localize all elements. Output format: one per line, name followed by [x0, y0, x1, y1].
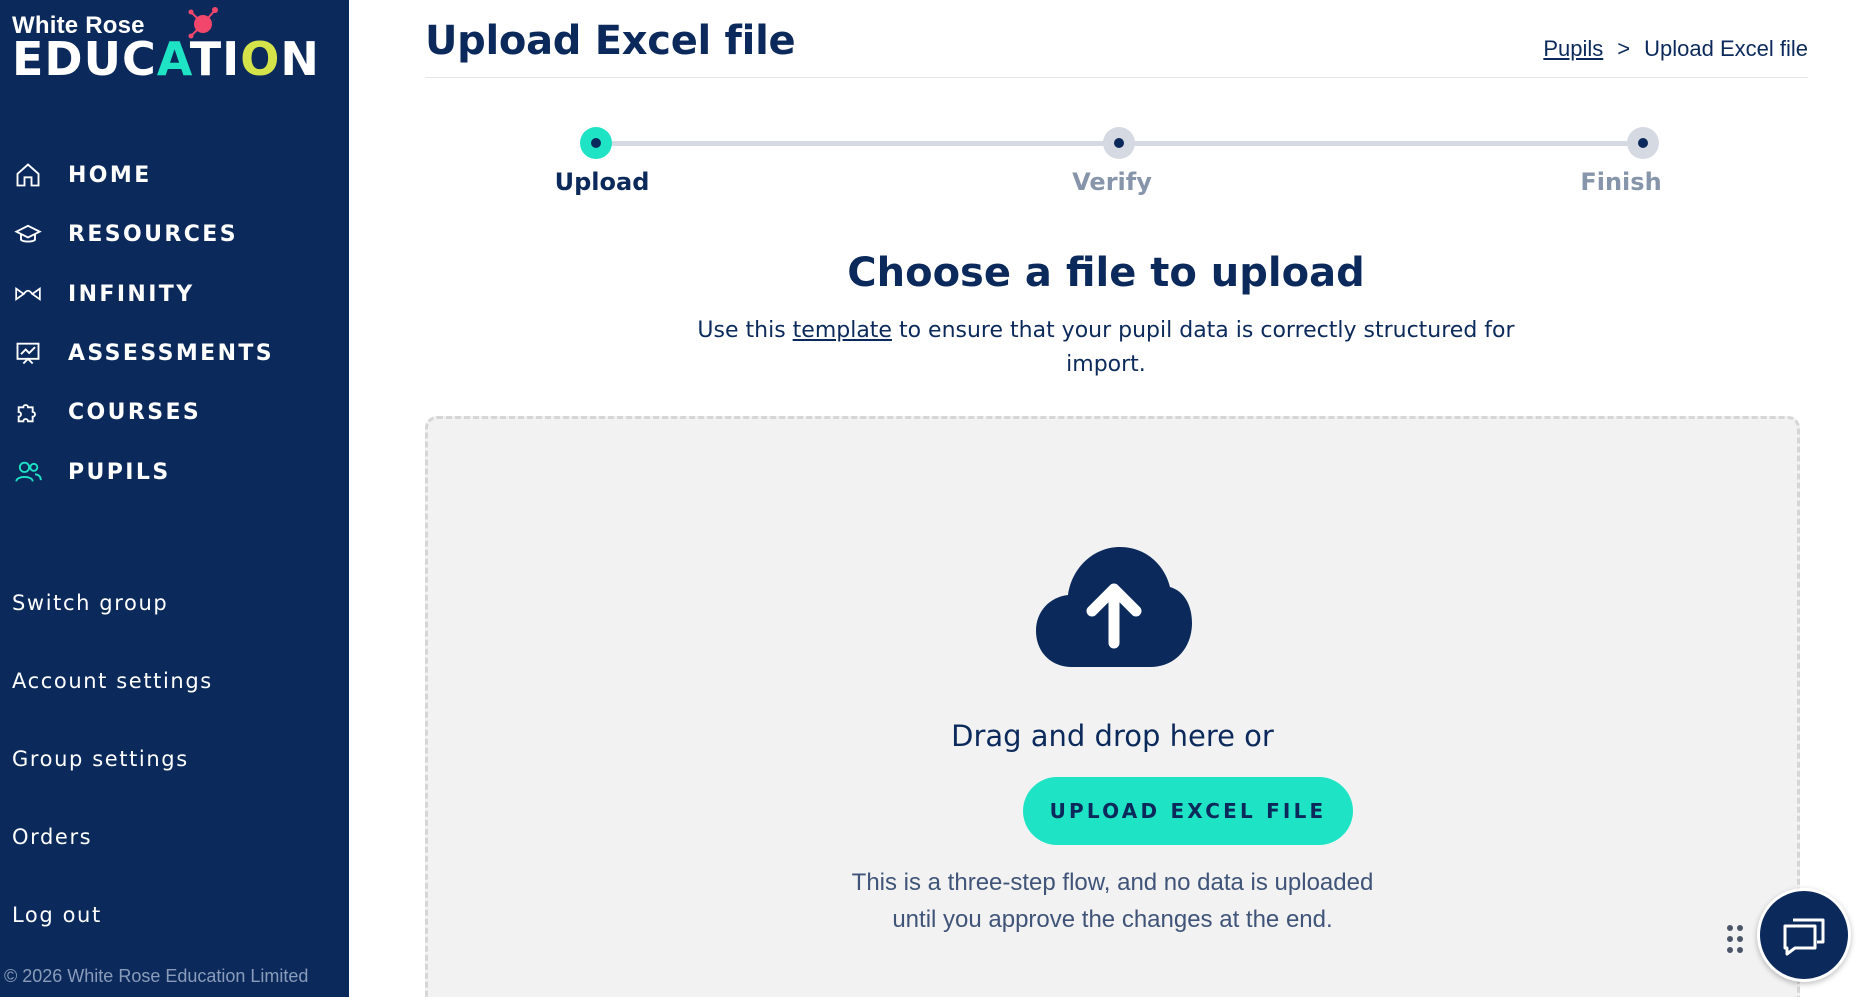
nav-label: HOME — [68, 162, 152, 188]
nav-item-home[interactable]: HOME — [0, 150, 349, 200]
nav-item-pupils[interactable]: PUPILS — [0, 447, 349, 497]
infinity-icon — [14, 280, 42, 308]
copyright: © 2026 White Rose Education Limited — [4, 966, 309, 986]
drag-drop-text: Drag and drop here or — [951, 719, 1274, 753]
upload-heading: Choose a file to upload — [847, 250, 1365, 296]
step-label: Verify — [1072, 168, 1152, 196]
three-step-info-text: This is a three-step flow, and no data i… — [851, 869, 1374, 933]
puzzle-icon — [14, 398, 42, 426]
step-label: Finish — [1580, 168, 1662, 196]
upload-excel-file-button[interactable]: UPLOAD EXCEL FILE — [1023, 777, 1353, 845]
step-dot — [1103, 127, 1135, 159]
nav-label: ASSESSMENTS — [68, 340, 275, 366]
breadcrumb-current: Upload Excel file — [1644, 36, 1808, 61]
nav-label: PUPILS — [68, 459, 171, 485]
graduation-cap-icon — [14, 220, 42, 248]
nav-item-courses[interactable]: COURSES — [0, 387, 349, 437]
account-settings-link[interactable]: Account settings — [0, 656, 349, 706]
cloud-upload-icon — [1036, 547, 1192, 667]
home-icon — [14, 161, 42, 189]
presentation-chart-icon — [14, 339, 42, 367]
log-out-link[interactable]: Log out — [0, 890, 349, 940]
group-settings-link[interactable]: Group settings — [0, 734, 349, 784]
nav-label: INFINITY — [68, 281, 195, 307]
brand-line2: EDUCATION — [12, 32, 320, 86]
users-icon — [14, 458, 42, 486]
chat-icon — [1783, 918, 1825, 956]
upload-description: Use this template to ensure that your pu… — [697, 318, 1515, 377]
chat-button[interactable] — [1757, 888, 1851, 982]
header-divider — [425, 77, 1808, 78]
file-dropzone[interactable]: Drag and drop here or UPLOAD EXCEL FILE … — [425, 416, 1800, 997]
nav-item-resources[interactable]: RESOURCES — [0, 209, 349, 259]
page-title: Upload Excel file — [425, 18, 796, 64]
progress-stepper: Upload Verify Finish — [555, 126, 1662, 206]
template-link[interactable]: template — [793, 318, 892, 343]
step-dot — [580, 127, 612, 159]
nav-label: RESOURCES — [68, 221, 238, 247]
sidebar: White Rose EDUCATION HOME RESOURCES INFI… — [0, 0, 349, 997]
nav-item-assessments[interactable]: ASSESSMENTS — [0, 328, 349, 378]
drag-handle-icon[interactable] — [1727, 925, 1747, 957]
brand-logo[interactable]: White Rose EDUCATION — [12, 6, 322, 86]
step-dot — [1627, 127, 1659, 159]
breadcrumb-pupils-link[interactable]: Pupils — [1543, 36, 1603, 62]
nav-item-infinity[interactable]: INFINITY — [0, 269, 349, 319]
breadcrumb: Pupils > Upload Excel file — [1543, 36, 1808, 62]
step-label: Upload — [554, 168, 650, 196]
main-content: Upload Excel file Pupils > Upload Excel … — [349, 0, 1856, 997]
chevron-right-icon: > — [1617, 36, 1631, 61]
nav-label: COURSES — [68, 399, 202, 425]
switch-group-link[interactable]: Switch group — [0, 578, 349, 628]
orders-link[interactable]: Orders — [0, 812, 349, 862]
